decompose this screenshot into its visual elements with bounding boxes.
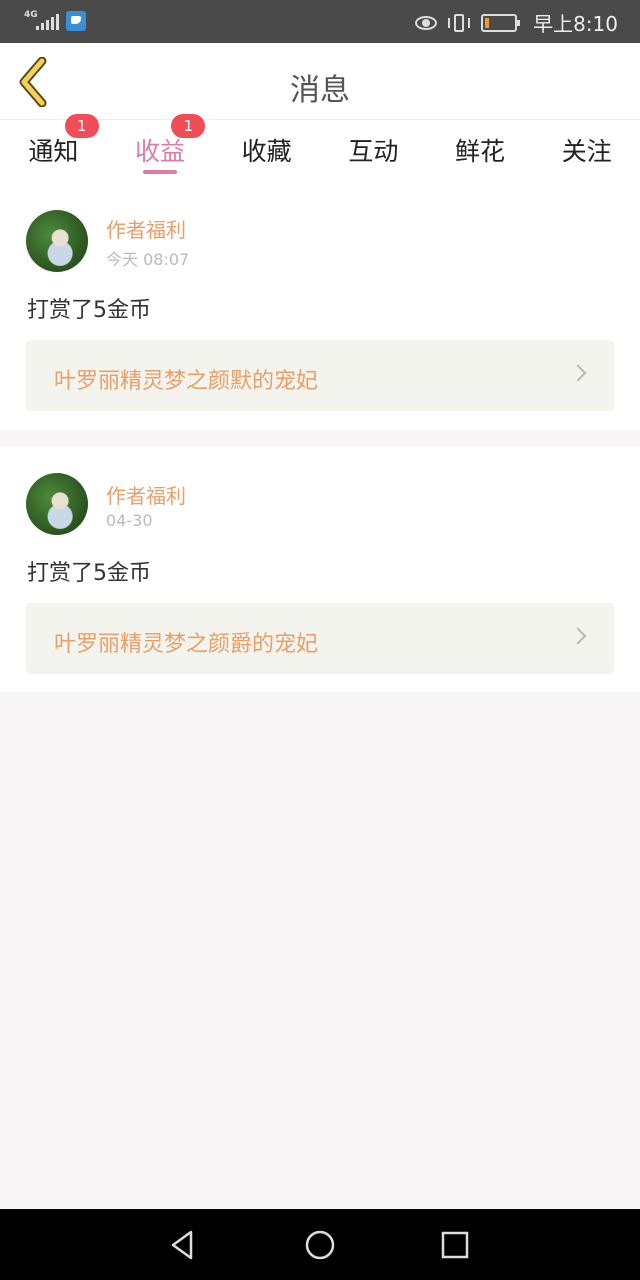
message-card: 作者福利 今天 08:07 打赏了5金币 叶罗丽精灵梦之颜默的宠妃 — [0, 182, 640, 430]
tab-label: 通知 — [28, 137, 79, 166]
battery-icon — [481, 13, 521, 32]
active-tab-indicator — [143, 170, 177, 174]
page-title: 消息 — [290, 73, 350, 108]
tab-favorites[interactable]: 收藏 — [213, 120, 320, 182]
header: 消息 — [0, 43, 640, 120]
chevron-right-icon — [569, 627, 587, 645]
message-card: 作者福利 04-30 打赏了5金币 叶罗丽精灵梦之颜爵的宠妃 — [0, 447, 640, 692]
avatar[interactable] — [26, 210, 88, 272]
sender-name: 作者福利 — [106, 484, 186, 508]
message-content: 打赏了5金币 — [27, 561, 151, 586]
tab-label: 收益 — [135, 137, 186, 166]
app-notification-icon — [66, 11, 86, 31]
signal-icon: 4G — [24, 10, 59, 32]
tab-earnings[interactable]: 收益 1 — [107, 114, 214, 182]
tab-flowers[interactable]: 鲜花 — [427, 120, 534, 182]
message-content: 打赏了5金币 — [27, 298, 151, 323]
book-title: 叶罗丽精灵梦之颜爵的宠妃 — [54, 632, 319, 657]
tab-interactions[interactable]: 互动 — [320, 120, 427, 182]
nav-home-icon[interactable] — [302, 1227, 338, 1263]
tab-label: 鲜花 — [455, 137, 506, 166]
book-link[interactable]: 叶罗丽精灵梦之颜爵的宠妃 — [26, 603, 614, 674]
nav-recents-icon[interactable] — [437, 1227, 473, 1263]
book-title: 叶罗丽精灵梦之颜默的宠妃 — [54, 369, 319, 394]
chevron-right-icon — [569, 364, 587, 382]
message-time: 今天 08:07 — [106, 250, 190, 269]
system-nav-bar — [0, 1209, 640, 1280]
tab-label: 互动 — [348, 137, 399, 166]
tab-following[interactable]: 关注 — [533, 120, 640, 182]
unread-badge: 1 — [171, 114, 206, 138]
tab-bar: 通知 1 收益 1 收藏 互动 鲜花 关注 — [0, 114, 640, 182]
battery-level — [485, 17, 490, 28]
sender-name: 作者福利 — [106, 218, 186, 242]
status-bar: 4G 早上8:10 — [0, 0, 640, 43]
unread-badge: 1 — [64, 114, 99, 138]
status-time: 早上8:10 — [533, 12, 618, 36]
tab-label: 收藏 — [241, 137, 292, 166]
tab-notifications[interactable]: 通知 1 — [0, 114, 107, 182]
book-link[interactable]: 叶罗丽精灵梦之颜默的宠妃 — [26, 340, 614, 411]
vibrate-icon — [447, 13, 471, 33]
tab-label: 关注 — [561, 137, 612, 166]
nav-back-icon[interactable] — [165, 1227, 201, 1263]
eye-comfort-icon — [415, 15, 438, 30]
message-time: 04-30 — [106, 511, 153, 530]
avatar[interactable] — [26, 473, 88, 535]
